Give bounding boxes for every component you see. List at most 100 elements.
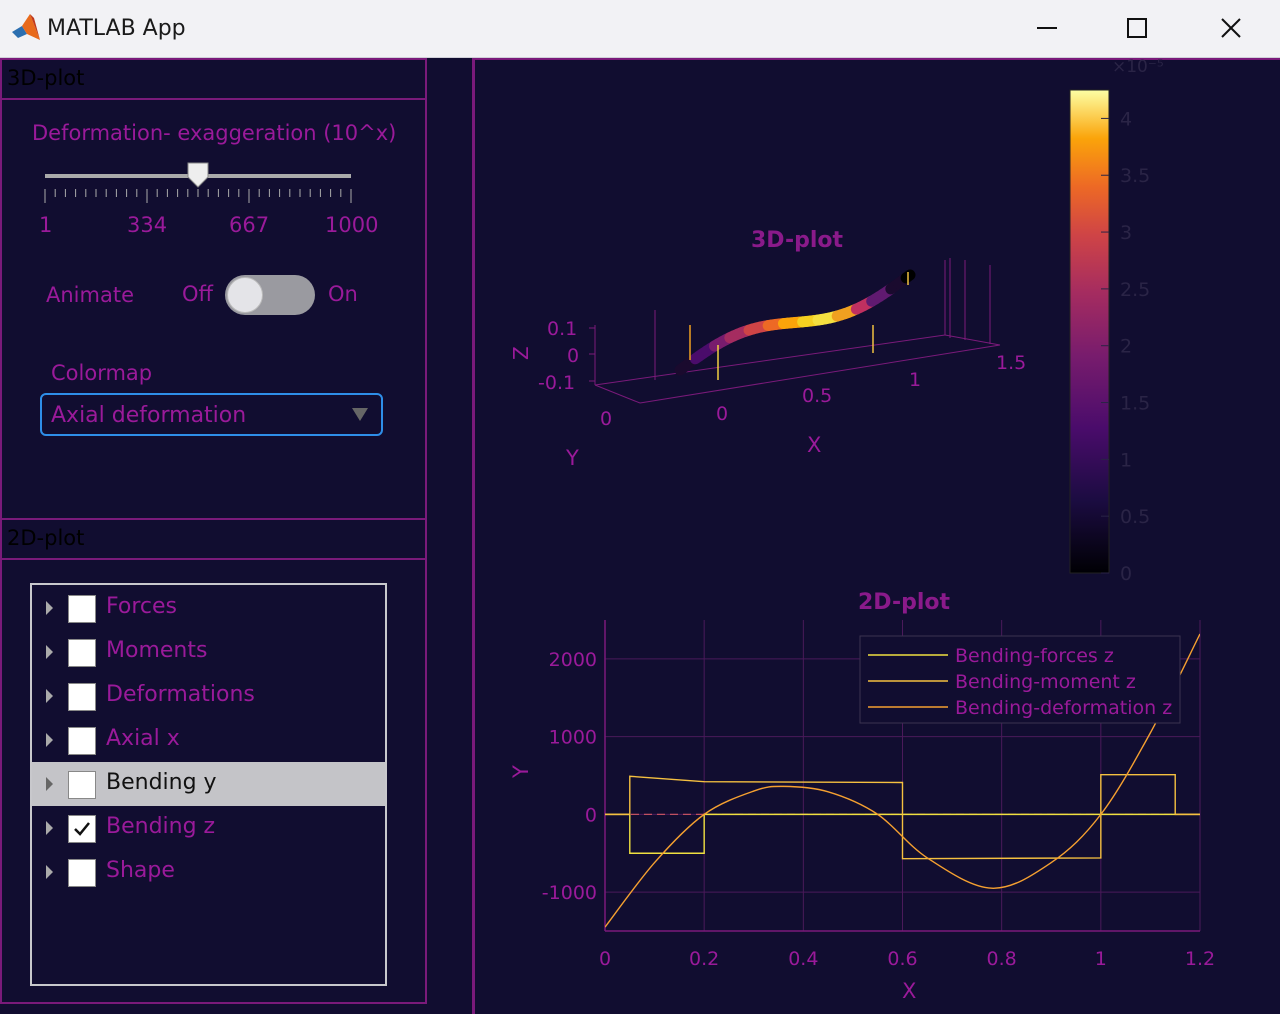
z-axis-label: Z <box>509 346 533 360</box>
x-tick-label: 1.2 <box>1185 948 1215 970</box>
tree-item-checkbox[interactable] <box>68 683 96 711</box>
expand-caret-icon[interactable] <box>46 601 53 615</box>
exaggeration-slider[interactable] <box>30 160 370 210</box>
colorbar[interactable]: 0 0.5 1 1.5 2 2.5 3 3.5 4 ×10⁻⁵ <box>1060 56 1190 586</box>
maximize-icon <box>1127 18 1147 38</box>
colorbar-tick-label: 0 <box>1120 563 1132 585</box>
expand-caret-icon[interactable] <box>46 821 53 835</box>
colorbar-tick-label: 4 <box>1120 108 1132 130</box>
plot-2d-y-label: Y <box>509 765 533 779</box>
y-tick-label: 1000 <box>549 727 597 749</box>
splitter[interactable] <box>472 58 475 1014</box>
slider-thumb[interactable] <box>187 162 209 188</box>
x-tick-1.5: 1.5 <box>996 352 1026 374</box>
tree-item-bending-y[interactable]: Bending y <box>32 762 385 806</box>
x-tick-label: 1 <box>1095 948 1107 970</box>
tree-item-checkbox[interactable] <box>68 771 96 799</box>
maximize-button[interactable] <box>1114 10 1160 46</box>
z-tick-0.1: 0.1 <box>547 318 577 340</box>
deformed-beam <box>674 269 916 380</box>
plot-2d-legend[interactable]: Bending-forces z Bending-moment z Bending-… <box>859 635 1181 724</box>
tree-item-label: Deformations <box>106 682 255 707</box>
x-tick-label: 0 <box>599 948 611 970</box>
tree-item-label: Forces <box>106 594 177 619</box>
colorbar-tick-label: 2 <box>1120 336 1132 358</box>
minimize-button[interactable] <box>1024 10 1070 46</box>
toggle-knob <box>227 277 263 313</box>
checkmark-icon <box>74 822 90 836</box>
tree-item-moments[interactable]: Moments <box>32 630 385 674</box>
plot-3d-box <box>594 258 1001 404</box>
tree-item-checkbox[interactable] <box>68 815 96 843</box>
slider-tick-1: 1 <box>39 213 53 237</box>
z-axis-ticks <box>589 327 595 382</box>
x-tick-0.5: 0.5 <box>802 385 832 407</box>
expand-caret-icon[interactable] <box>46 733 53 747</box>
panel-3d-header: 3D-plot <box>2 60 425 100</box>
z-tick-0: 0 <box>567 345 579 367</box>
colorbar-tick-label: 3 <box>1120 222 1132 244</box>
tree-item-forces[interactable]: Forces <box>32 586 385 630</box>
legend-label: Bending-deformation z <box>955 697 1172 719</box>
slider-tick-667: 667 <box>229 213 270 237</box>
colorbar-tick-label: 3.5 <box>1120 165 1150 187</box>
panel-3d-title: 3D-plot <box>7 66 85 90</box>
tree-item-checkbox[interactable] <box>68 595 96 623</box>
tree-item-label: Bending z <box>106 814 216 839</box>
x-axis-label: X <box>807 433 821 457</box>
tree-item-bending-z[interactable]: Bending z <box>32 806 385 850</box>
tree-item-axial-x[interactable]: Axial x <box>32 718 385 762</box>
expand-caret-icon[interactable] <box>46 865 53 879</box>
colorbar-tick-label: 1.5 <box>1120 393 1150 415</box>
animate-toggle[interactable] <box>225 275 315 315</box>
plot-3d-axes[interactable]: 0.1 0 -0.1 Z 0 Y 0 0.5 1 1.5 X <box>480 250 1050 480</box>
window-title: MATLAB App <box>47 16 186 41</box>
tree-item-label: Axial x <box>106 726 180 751</box>
y-tick-label: -1000 <box>542 882 597 904</box>
plot-2d-x-label: X <box>902 979 916 1003</box>
x-tick-label: 0.8 <box>987 948 1017 970</box>
expand-caret-icon[interactable] <box>46 777 53 791</box>
title-bar: MATLAB App <box>0 0 1280 58</box>
tree-item-shape[interactable]: Shape <box>32 850 385 894</box>
colormap-label: Colormap <box>51 361 153 385</box>
animate-off-label: Off <box>182 282 213 306</box>
x-tick-label: 0.6 <box>887 948 917 970</box>
z-tick-minus-0.1: -0.1 <box>538 372 575 394</box>
x-tick-0: 0 <box>716 403 728 425</box>
y-tick-0: 0 <box>600 408 612 430</box>
tree-item-label: Shape <box>106 858 175 883</box>
series-line-2 <box>605 774 1200 860</box>
panel-2d-title: 2D-plot <box>7 526 85 550</box>
y-tick-label: 2000 <box>549 649 597 671</box>
slider-tick-1000: 1000 <box>325 213 379 237</box>
tree-item-checkbox[interactable] <box>68 859 96 887</box>
plot-2d-axes[interactable]: 0 0.2 0.4 0.6 0.8 1 1.2 2000 1000 0 -1000 X Y Bend… <box>480 610 1240 1010</box>
minimize-icon <box>1037 27 1057 29</box>
tree-item-checkbox[interactable] <box>68 639 96 667</box>
close-icon <box>1221 18 1241 38</box>
panel-2d-header: 2D-plot <box>2 520 425 560</box>
close-button[interactable] <box>1208 10 1254 46</box>
tree-item-label: Moments <box>106 638 208 663</box>
tree-item-deformations[interactable]: Deformations <box>32 674 385 718</box>
x-tick-label: 0.4 <box>788 948 818 970</box>
x-tick-label: 0.2 <box>689 948 719 970</box>
expand-caret-icon[interactable] <box>46 645 53 659</box>
tree-item-label: Bending y <box>106 770 217 795</box>
colorbar-tick-label: 1 <box>1120 449 1132 471</box>
colormap-dropdown[interactable]: Axial deformation <box>40 393 383 436</box>
y-tick-label: 0 <box>585 804 597 826</box>
expand-caret-icon[interactable] <box>46 689 53 703</box>
tree-item-checkbox[interactable] <box>68 727 96 755</box>
matlab-logo-icon <box>12 14 40 40</box>
dropdown-arrow-icon <box>352 408 368 421</box>
colorbar-gradient <box>1069 89 1110 574</box>
colormap-selected-value: Axial deformation <box>51 403 247 428</box>
plot-selection-tree[interactable]: Forces Moments Deformations Axial x Bending … <box>30 583 387 986</box>
colorbar-tick-label: 0.5 <box>1120 506 1150 528</box>
x-tick-1: 1 <box>909 369 921 391</box>
slider-tick-334: 334 <box>127 213 168 237</box>
animate-label: Animate <box>46 283 134 307</box>
colorbar-tick-label: 2.5 <box>1120 279 1150 301</box>
